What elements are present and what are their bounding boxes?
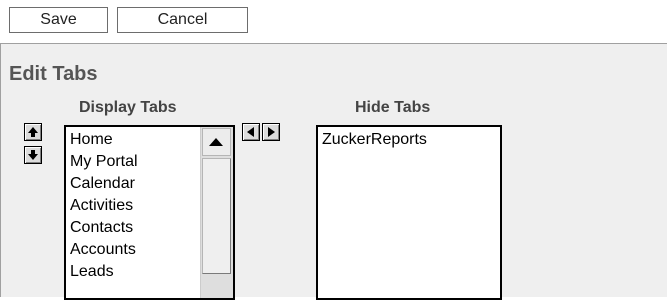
display-list-scrollbar[interactable]	[200, 127, 233, 298]
move-up-button[interactable]	[24, 123, 42, 141]
edit-tabs-panel: Edit Tabs Display Tabs Hide Tabs Home My …	[0, 43, 667, 300]
list-item[interactable]: Activities	[70, 195, 138, 217]
list-item[interactable]: Leads	[70, 261, 138, 283]
display-tabs-heading: Display Tabs	[79, 99, 177, 116]
move-left-button[interactable]	[242, 123, 260, 141]
cancel-button[interactable]: Cancel	[117, 7, 248, 33]
arrow-left-icon	[247, 127, 254, 137]
scroll-up-arrow-icon	[209, 138, 223, 146]
list-item[interactable]: Home	[70, 129, 138, 151]
display-tabs-items: Home My Portal Calendar Activities Contacts A…	[70, 129, 138, 283]
hide-tabs-heading: Hide Tabs	[355, 99, 431, 116]
hide-tabs-items: ZuckerReports	[322, 129, 427, 151]
list-item[interactable]: Contacts	[70, 217, 138, 239]
list-item[interactable]: Accounts	[70, 239, 138, 261]
save-button[interactable]: Save	[9, 7, 108, 33]
list-item[interactable]: Calendar	[70, 173, 138, 195]
move-down-button[interactable]	[24, 146, 42, 164]
scroll-up-button[interactable]	[202, 128, 231, 156]
hide-tabs-list[interactable]: ZuckerReports	[316, 125, 502, 300]
move-right-button[interactable]	[262, 123, 280, 141]
display-tabs-list[interactable]: Home My Portal Calendar Activities Contacts A…	[64, 125, 235, 300]
arrow-down-icon	[28, 150, 38, 160]
list-item[interactable]: My Portal	[70, 151, 138, 173]
arrow-right-icon	[268, 127, 275, 137]
scroll-thumb[interactable]	[202, 158, 231, 274]
panel-title: Edit Tabs	[9, 63, 98, 85]
list-item[interactable]: ZuckerReports	[322, 129, 427, 151]
arrow-up-icon	[28, 127, 38, 137]
